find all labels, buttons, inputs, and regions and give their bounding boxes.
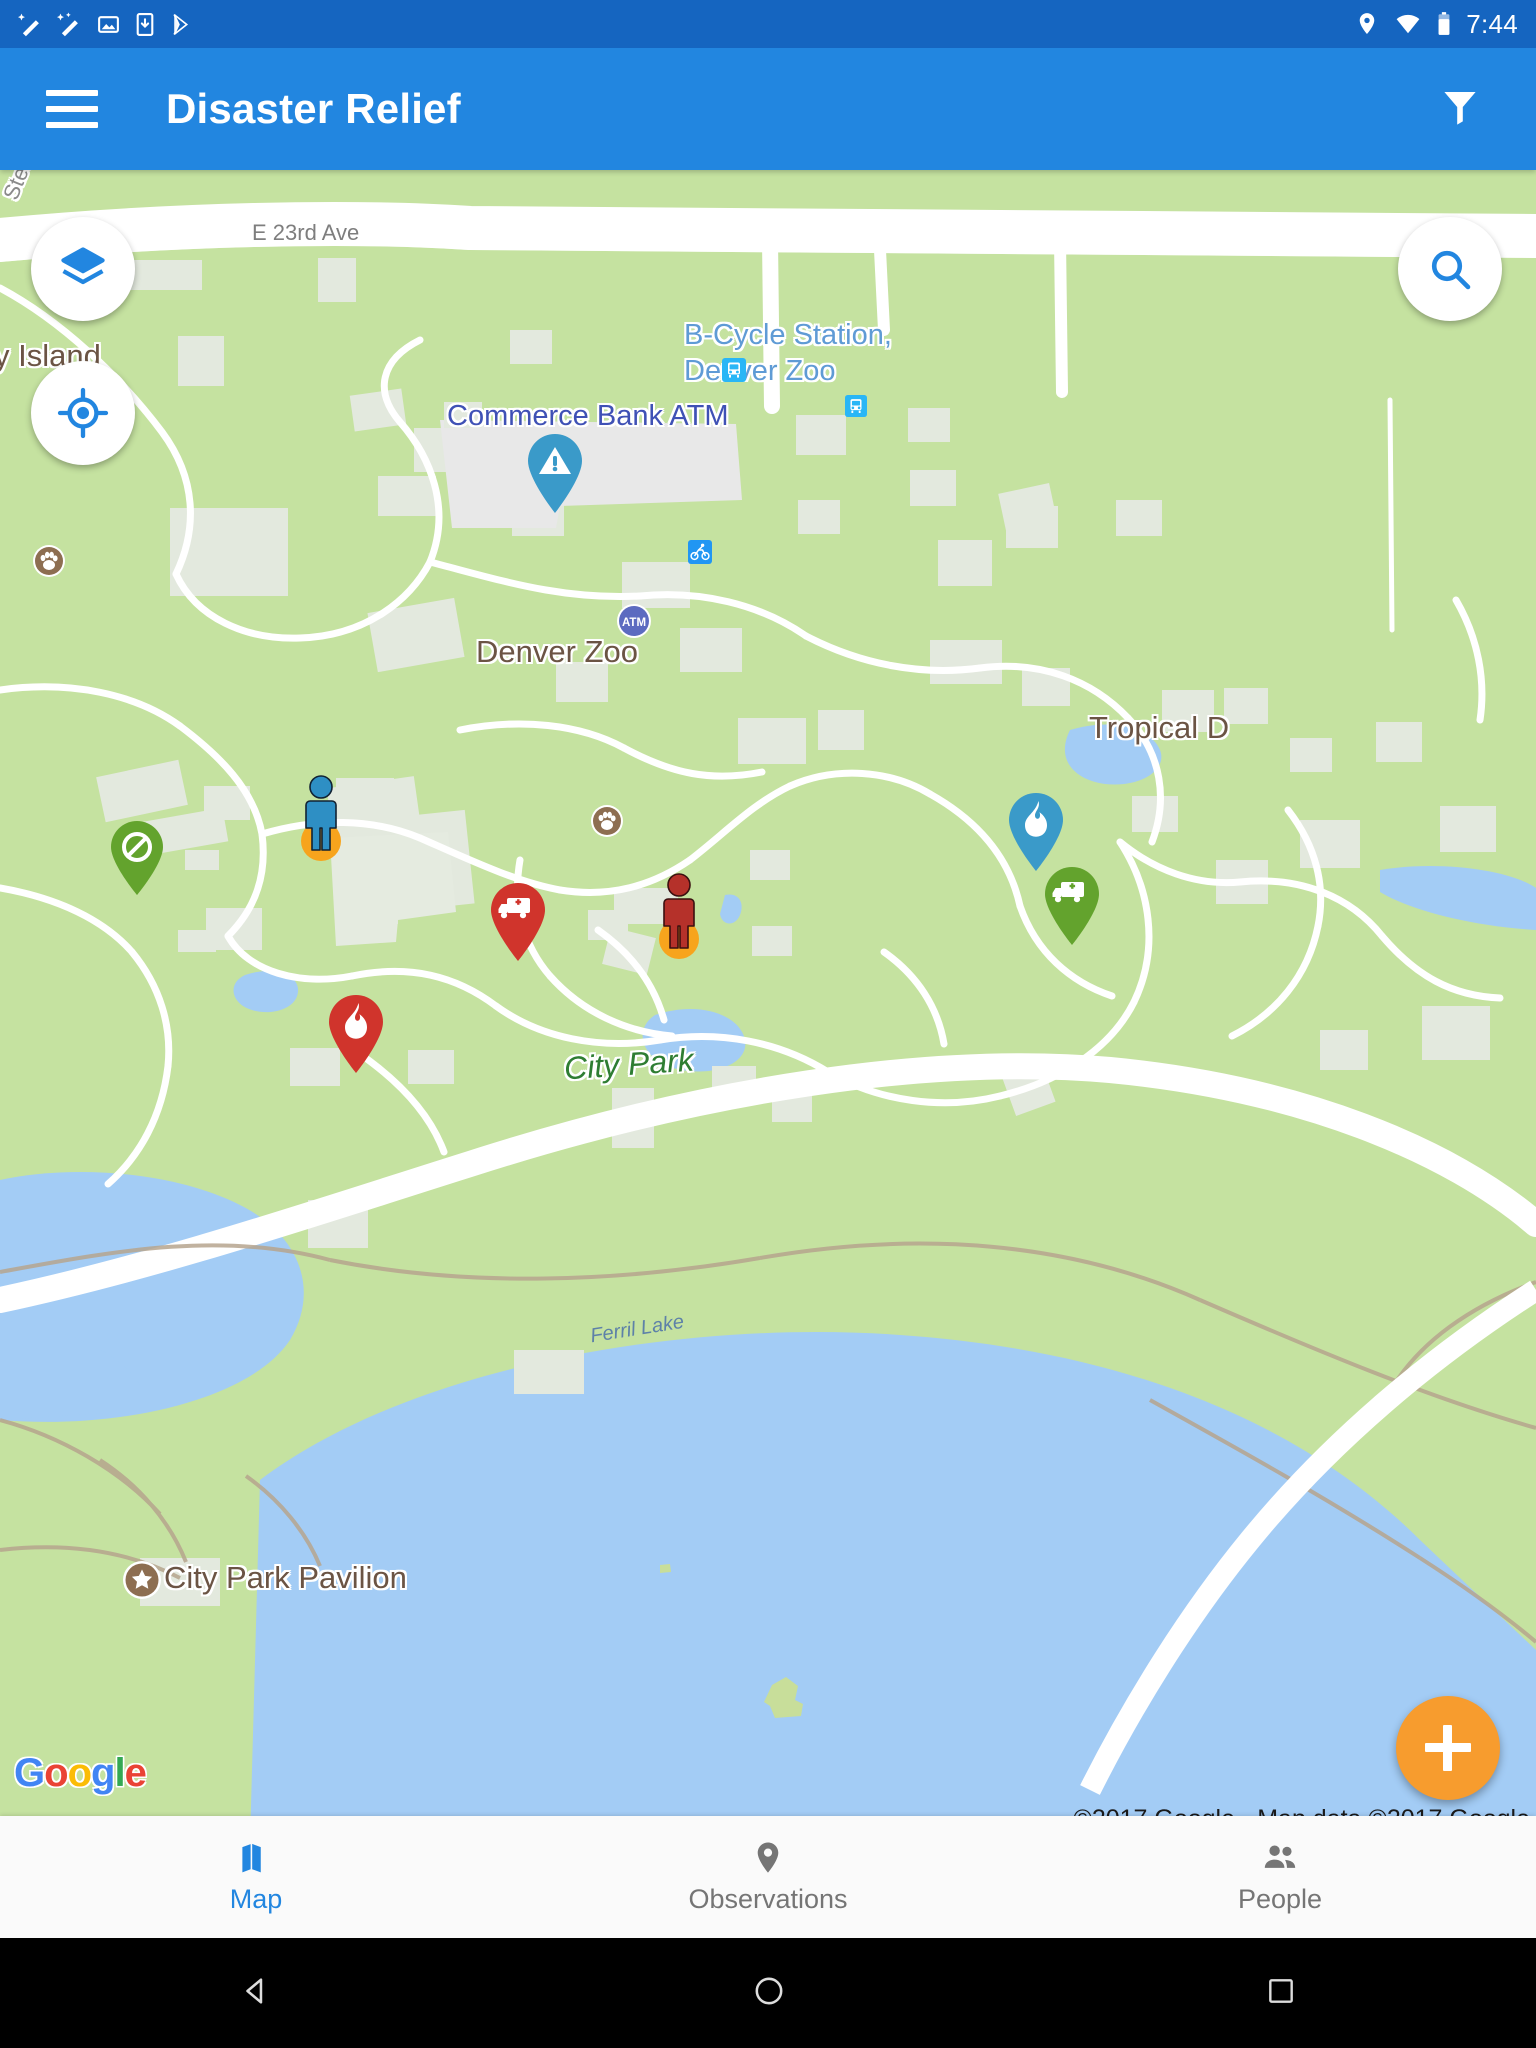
zoo-badge[interactable] (590, 804, 624, 843)
play-send-icon (173, 13, 189, 35)
app-root: 7:44 Disaster Relief ATM E 23rd Ave y Is… (0, 0, 1536, 2048)
alert-marker[interactable] (524, 432, 586, 519)
tab-observations-label: Observations (688, 1884, 848, 1914)
bus-stop-badge[interactable] (722, 358, 746, 387)
tab-people-label: People (1237, 1884, 1323, 1914)
google-logo: Google (14, 1751, 147, 1795)
plus-icon (1425, 1725, 1471, 1771)
bike-share-badge[interactable] (688, 540, 712, 569)
triangle-back-icon[interactable] (239, 1974, 273, 2013)
tab-observations[interactable]: Observations (512, 1816, 1024, 1938)
status-bar-time: 7:44 (1466, 8, 1518, 39)
svg-text:ATM: ATM (622, 617, 646, 629)
battery-icon (1438, 12, 1450, 35)
location-icon (1359, 13, 1375, 35)
download-to-device-icon (136, 12, 154, 36)
layers-button[interactable] (31, 217, 135, 321)
ambulance-marker[interactable] (488, 882, 548, 967)
add-button[interactable] (1396, 1696, 1500, 1800)
blocked-marker[interactable] (108, 820, 166, 901)
location-pin-icon (757, 1842, 779, 1873)
hamburger-menu-icon[interactable] (46, 90, 98, 128)
hospital-marker[interactable] (1042, 866, 1102, 951)
circle-home-icon[interactable] (752, 1974, 786, 2013)
magic-wand-icon (18, 13, 39, 37)
status-bar-system-icons: 7:44 (1354, 9, 1518, 40)
square-recents-icon[interactable] (1265, 1975, 1297, 2012)
my-location-icon (57, 387, 109, 439)
person-marker-red[interactable] (650, 870, 708, 965)
search-button[interactable] (1398, 217, 1502, 321)
system-navigation-bar (0, 1938, 1536, 2048)
map-canvas[interactable]: ATM E 23rd Ave y Island B-Cycle Station,… (0, 170, 1536, 1842)
layers-icon (61, 247, 105, 285)
filter-icon[interactable] (1436, 83, 1484, 136)
magic-wand-sparkle-icon (57, 12, 78, 37)
search-icon (1431, 250, 1471, 290)
person-marker-blue[interactable] (292, 772, 350, 867)
fire-marker-left[interactable] (326, 994, 386, 1079)
status-bar-notification-icons (18, 11, 194, 37)
bottom-navigation: Map Observations People (0, 1816, 1536, 1938)
image-icon (98, 15, 119, 33)
zoo-badge-2[interactable] (32, 544, 66, 583)
tab-map[interactable]: Map (0, 1816, 512, 1938)
map-graphics (0, 170, 1536, 1842)
tab-map-label: Map (229, 1884, 283, 1914)
app-bar: Disaster Relief (0, 48, 1536, 170)
people-icon (1264, 1845, 1296, 1868)
atm-badge[interactable]: ATM (615, 602, 653, 645)
pavilion-badge[interactable] (122, 1560, 162, 1605)
fire-marker-right[interactable] (1006, 792, 1066, 877)
bus-stop-badge-2[interactable] (845, 395, 867, 422)
status-bar: 7:44 (0, 0, 1536, 48)
tab-people[interactable]: People (1024, 1816, 1536, 1938)
wifi-icon (1396, 14, 1420, 34)
page-title: Disaster Relief (166, 85, 461, 132)
map-icon (242, 1843, 261, 1873)
my-location-button[interactable] (31, 361, 135, 465)
